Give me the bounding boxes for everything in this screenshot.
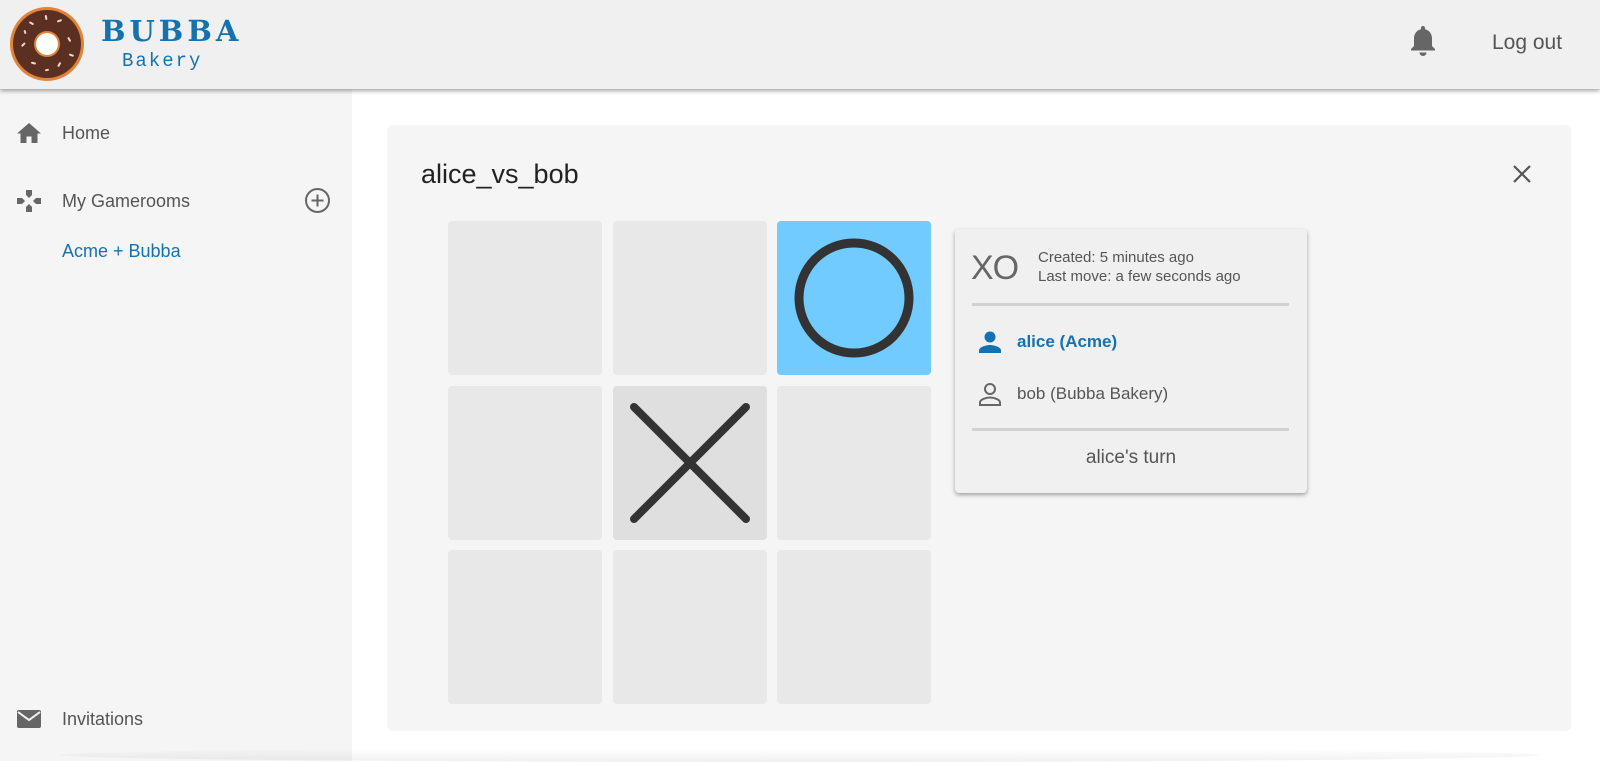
board-cell[interactable] (612, 221, 767, 375)
o-mark-icon (794, 238, 914, 358)
notification-bell-icon[interactable] (1409, 24, 1437, 58)
turn-status: alice's turn (1085, 447, 1177, 468)
brand-title: BUBBA (101, 14, 243, 48)
home-icon (17, 123, 41, 143)
game-board (448, 221, 931, 704)
brand-subtitle: Bakery (122, 50, 203, 72)
close-icon[interactable] (1511, 163, 1533, 185)
sidebar-item-label: Invitations (62, 709, 144, 729)
player-row-alice: alice (Acme) (955, 325, 1307, 359)
board-cell[interactable] (777, 221, 931, 375)
footer-shadow (60, 748, 1540, 762)
mail-icon (17, 710, 41, 728)
x-mark-icon (629, 402, 750, 523)
gameroom-link[interactable]: Acme + Bubba (62, 241, 181, 262)
donut-logo-icon[interactable] (9, 6, 85, 82)
last-move-time: Last move: a few seconds ago (1038, 268, 1241, 285)
board-cell[interactable] (448, 221, 602, 375)
board-cell[interactable] (612, 550, 767, 704)
sidebar-item-home[interactable]: Home (0, 111, 352, 155)
gameroom-panel: alice_vs_bob XO Created: 5 minutes ago L… (387, 125, 1571, 731)
add-gameroom-icon[interactable] (304, 187, 331, 214)
logout-button[interactable]: Log out (1492, 31, 1562, 55)
sidebar-item-invitations[interactable]: Invitations (0, 697, 352, 741)
gameroom-title: alice_vs_bob (421, 159, 579, 189)
sidebar: Home My Gamerooms Acme + Bubba Invitatio… (0, 89, 352, 761)
game-info-card: XO Created: 5 minutes ago Last move: a f… (955, 229, 1307, 493)
sidebar-item-my-gamerooms[interactable]: My Gamerooms (0, 179, 352, 223)
divider (972, 303, 1289, 306)
sidebar-item-label: My Gamerooms (62, 191, 191, 211)
player-row-bob: bob (Bubba Bakery) (955, 377, 1307, 411)
divider (972, 428, 1289, 431)
board-cell[interactable] (448, 550, 602, 704)
player-name: alice (Acme) (1017, 332, 1118, 351)
game-type-mark: XO (971, 249, 1019, 287)
player-name: bob (Bubba Bakery) (1017, 384, 1169, 403)
person-filled-icon (979, 331, 1001, 353)
sidebar-item-label: Home (62, 123, 111, 143)
app-header: BUBBA Bakery Log out (0, 0, 1600, 89)
board-cell[interactable] (612, 385, 767, 540)
board-cell[interactable] (777, 550, 931, 704)
board-cell[interactable] (777, 385, 931, 540)
person-outline-icon (979, 383, 1001, 406)
gamepad-icon (17, 190, 41, 212)
board-cell[interactable] (448, 385, 602, 540)
created-time: Created: 5 minutes ago (1038, 249, 1194, 266)
